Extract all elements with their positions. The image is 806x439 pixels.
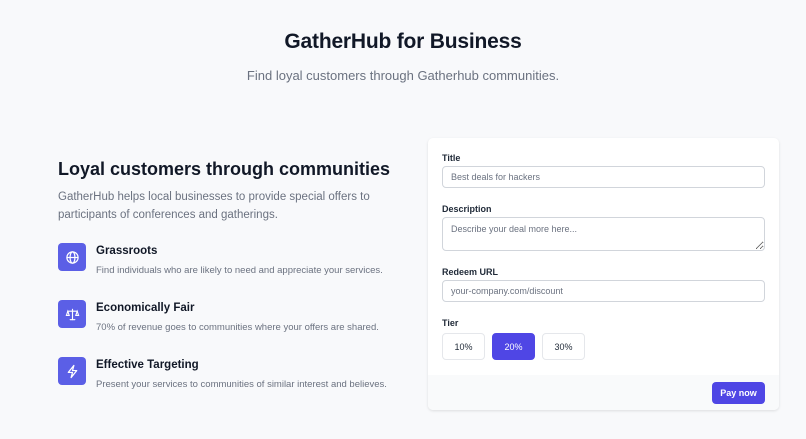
- form-footer: Pay now: [428, 375, 779, 410]
- feature-description: Find individuals who are likely to need …: [96, 265, 383, 276]
- title-label: Title: [442, 153, 461, 163]
- page-subtitle: Find loyal customers through Gatherhub c…: [246, 68, 560, 83]
- feature-description: 70% of revenue goes to communities where…: [96, 322, 379, 333]
- page-title: GatherHub for Business: [284, 30, 522, 53]
- feature-description: Present your services to communities of …: [96, 379, 387, 390]
- feature-grassroots: Grassroots Find individuals who are like…: [58, 243, 418, 283]
- feature-title: Effective Targeting: [96, 359, 199, 371]
- feature-title: Economically Fair: [96, 302, 195, 314]
- description-label: Description: [442, 204, 492, 214]
- tier-option-20[interactable]: 20%: [492, 333, 535, 360]
- feature-effective-targeting: Effective Targeting Present your service…: [58, 357, 418, 397]
- tier-option-30[interactable]: 30%: [542, 333, 585, 360]
- feature-title: Grassroots: [96, 245, 158, 257]
- scale-icon: [58, 300, 86, 328]
- description-textarea[interactable]: [442, 217, 765, 251]
- deal-form-card: Title Description Redeem URL Tier 10% 20…: [428, 138, 779, 410]
- globe-icon: [58, 243, 86, 271]
- feature-economically-fair: Economically Fair 70% of revenue goes to…: [58, 300, 418, 340]
- tier-label: Tier: [442, 318, 459, 328]
- title-input[interactable]: [442, 166, 765, 188]
- redeem-url-label: Redeem URL: [442, 267, 499, 277]
- tier-option-10[interactable]: 10%: [442, 333, 485, 360]
- intro-title: Loyal customers through communities: [58, 159, 391, 179]
- pay-now-button[interactable]: Pay now: [712, 382, 765, 404]
- lightning-icon: [58, 357, 86, 385]
- intro-description: GatherHub helps local businesses to prov…: [58, 191, 370, 221]
- intro-section: Loyal customers through communities Gath…: [58, 159, 418, 224]
- page-header: GatherHub for Business Find loyal custom…: [0, 30, 806, 83]
- redeem-url-input[interactable]: [442, 280, 765, 302]
